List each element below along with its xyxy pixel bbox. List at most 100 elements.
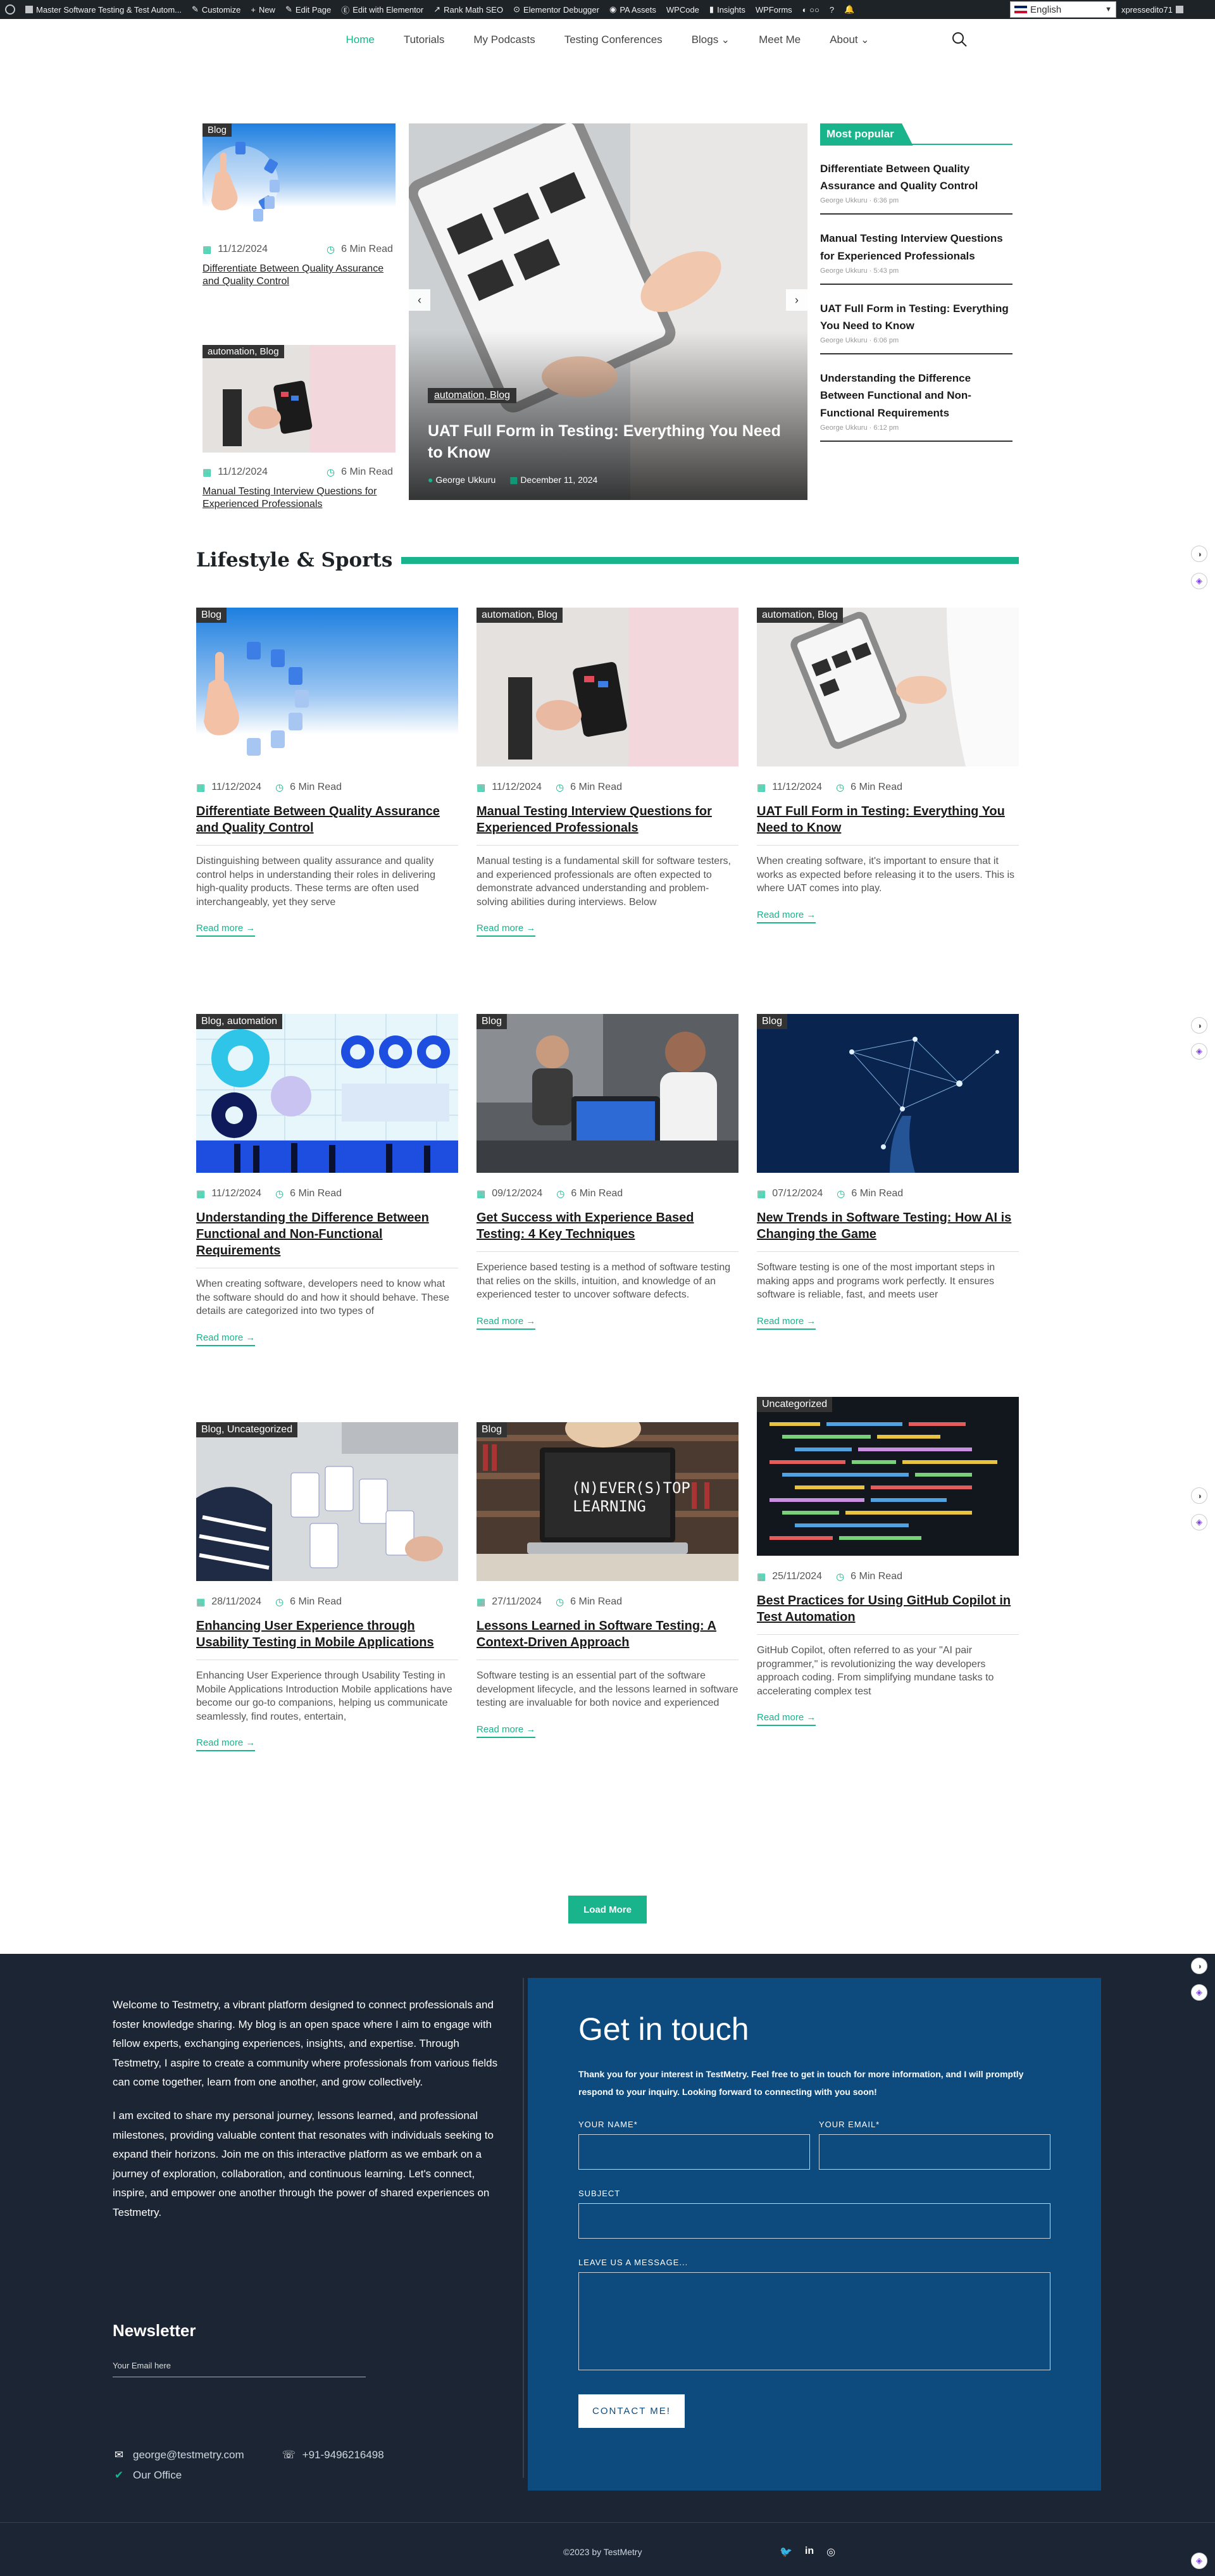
email-field[interactable] <box>819 2134 1050 2170</box>
contact-submit-button[interactable]: CONTACT ME! <box>578 2394 685 2428</box>
read-more-link[interactable]: Read more <box>757 910 816 923</box>
footer-office[interactable]: Our Office <box>133 2469 182 2482</box>
category-badge[interactable]: Blog <box>757 1014 788 1029</box>
admin-bar-insights[interactable]: ▮ Insights <box>709 4 745 15</box>
hero-card-title[interactable]: Differentiate Between Quality Assurance … <box>202 263 392 288</box>
post-thumbnail[interactable]: automation, Blog <box>477 608 738 766</box>
post-thumbnail[interactable]: Blog (N)EVER(S)TOP LEARNING <box>477 1422 738 1581</box>
hero-slider[interactable]: automation, Blog UAT Full Form in Testin… <box>409 123 807 500</box>
post-title[interactable]: Best Practices for Using GitHub Copilot … <box>757 1592 1019 1625</box>
category-badge[interactable]: automation, Blog <box>757 608 844 623</box>
newsletter-email-input[interactable]: Your Email here <box>113 2361 366 2377</box>
post-title[interactable]: Differentiate Between Quality Assurance … <box>196 803 458 836</box>
ai-assistant-icon[interactable]: ◈ <box>1191 1043 1207 1060</box>
category-badge[interactable]: Blog <box>477 1014 508 1029</box>
read-more-link[interactable]: Read more <box>757 1712 816 1727</box>
hero-card-image[interactable]: Blog <box>202 123 396 228</box>
accessibility-widget-icon[interactable]: ◑ <box>1191 1017 1207 1034</box>
post-thumbnail[interactable]: Blog, automation <box>196 1014 458 1173</box>
admin-bar-edit-page[interactable]: ✎ Edit Page <box>285 4 331 15</box>
wordpress-logo-icon[interactable] <box>5 4 15 15</box>
read-more-link[interactable]: Read more <box>196 1737 256 1752</box>
category-badge[interactable]: Blog <box>202 123 232 137</box>
admin-bar-toggle-icon[interactable]: ◐ ○○ <box>802 5 819 15</box>
category-badge[interactable]: Blog, automation <box>196 1014 283 1029</box>
footer-email[interactable]: george@testmetry.com <box>133 2449 244 2461</box>
popular-item[interactable]: UAT Full Form in Testing: Everything You… <box>820 300 1012 355</box>
accessibility-widget-icon[interactable]: ◑ <box>1191 546 1207 562</box>
nav-my-podcasts[interactable]: My Podcasts <box>473 34 535 46</box>
post-title[interactable]: Manual Testing Interview Questions for E… <box>477 803 738 836</box>
category-badge[interactable]: Blog <box>477 1422 508 1437</box>
post-thumbnail[interactable]: automation, Blog <box>757 608 1019 766</box>
category-badge[interactable]: automation, Blog <box>202 345 284 358</box>
post-thumbnail[interactable]: Uncategorized <box>757 1397 1019 1556</box>
post-thumbnail[interactable]: Blog <box>757 1014 1019 1173</box>
nav-home[interactable]: Home <box>346 34 374 46</box>
slider-next-button[interactable]: › <box>786 289 807 311</box>
help-icon[interactable]: ? <box>830 5 834 15</box>
linkedin-icon[interactable]: in <box>805 2546 814 2558</box>
post-card: Blog, Uncategorized ▦ 28/11/2024 ◷ 6 Min Re… <box>196 1422 458 1752</box>
slider-prev-button[interactable]: ‹ <box>409 289 430 311</box>
popular-item[interactable]: Manual Testing Interview Questions for E… <box>820 230 1012 285</box>
hero-card-title[interactable]: Manual Testing Interview Questions for E… <box>202 485 392 511</box>
read-more-link[interactable]: Read more <box>757 1316 816 1330</box>
accessibility-widget-icon[interactable]: ◑ <box>1191 1487 1207 1504</box>
slide-author[interactable]: ● George Ukkuru <box>428 475 495 485</box>
admin-bar-new[interactable]: + New <box>251 5 275 15</box>
notification-bell-icon[interactable]: 🔔 <box>844 4 854 15</box>
category-badge[interactable]: Blog <box>196 608 227 623</box>
post-title[interactable]: Understanding the Difference Between Fun… <box>196 1210 458 1259</box>
name-field[interactable] <box>578 2134 810 2170</box>
post-title[interactable]: Lessons Learned in Software Testing: A C… <box>477 1618 738 1651</box>
popular-item[interactable]: Understanding the Difference Between Fun… <box>820 370 1012 442</box>
read-more-link[interactable]: Read more <box>477 1316 536 1330</box>
admin-bar-pa-assets[interactable]: ◉ PA Assets <box>609 4 656 15</box>
nav-about[interactable]: About <box>830 34 869 46</box>
instagram-icon[interactable]: ◎ <box>826 2546 835 2558</box>
post-thumbnail[interactable]: Blog <box>196 608 458 766</box>
post-thumbnail[interactable]: Blog, Uncategorized <box>196 1422 458 1581</box>
admin-bar-wpcode[interactable]: WPCode <box>666 5 699 15</box>
read-more-link[interactable]: Read more <box>477 1724 536 1738</box>
admin-bar-rank-math[interactable]: ↗ Rank Math SEO <box>433 4 503 15</box>
category-badge[interactable]: automation, Blog <box>428 388 517 403</box>
post-title[interactable]: Get Success with Experience Based Testin… <box>477 1210 738 1242</box>
read-more-link[interactable]: Read more <box>196 1332 256 1346</box>
admin-bar-site-name[interactable]: Master Software Testing & Test Autom... <box>25 5 182 15</box>
accessibility-widget-icon[interactable]: ◑ <box>1191 1958 1207 1974</box>
twitter-icon[interactable]: 🐦 <box>780 2546 792 2558</box>
ai-assistant-icon[interactable]: ◈ <box>1191 1984 1207 2001</box>
admin-bar-elementor[interactable]: Ⓔ Edit with Elementor <box>341 4 423 16</box>
popular-item[interactable]: Differentiate Between Quality Assurance … <box>820 160 1012 215</box>
nav-testing-conferences[interactable]: Testing Conferences <box>564 34 663 46</box>
subject-field[interactable] <box>578 2203 1050 2239</box>
post-title[interactable]: UAT Full Form in Testing: Everything You… <box>757 803 1019 836</box>
read-more-link[interactable]: Read more <box>477 923 536 937</box>
hero-card-image[interactable]: automation, Blog <box>202 345 396 453</box>
nav-tutorials[interactable]: Tutorials <box>404 34 445 46</box>
load-more-button[interactable]: Load More <box>568 1896 647 1923</box>
ai-assistant-icon[interactable]: ◈ <box>1191 1514 1207 1530</box>
ai-assistant-icon[interactable]: ◈ <box>1191 573 1207 589</box>
footer-phone[interactable]: +91-9496216498 <box>302 2449 384 2461</box>
post-title[interactable]: New Trends in Software Testing: How AI i… <box>757 1210 1019 1242</box>
admin-bar-customize[interactable]: ✎ Customize <box>192 4 240 15</box>
category-badge[interactable]: automation, Blog <box>477 608 563 623</box>
message-field[interactable] <box>578 2272 1050 2370</box>
language-select[interactable]: English ▼ <box>1010 1 1116 18</box>
post-title[interactable]: Enhancing User Experience through Usabil… <box>196 1618 458 1651</box>
nav-blogs[interactable]: Blogs <box>692 34 730 46</box>
admin-bar-user[interactable]: xpressedito71 <box>1121 5 1183 15</box>
slide-title[interactable]: UAT Full Form in Testing: Everything You… <box>428 421 782 464</box>
category-badge[interactable]: Uncategorized <box>757 1397 833 1412</box>
admin-bar-wpforms[interactable]: WPForms <box>756 5 792 15</box>
search-icon[interactable] <box>950 30 968 48</box>
ai-assistant-icon[interactable]: ◈ <box>1191 2553 1207 2569</box>
nav-meet-me[interactable]: Meet Me <box>759 34 801 46</box>
read-more-link[interactable]: Read more <box>196 923 256 937</box>
admin-bar-elementor-debugger[interactable]: ⊙ Elementor Debugger <box>513 4 599 15</box>
category-badge[interactable]: Blog, Uncategorized <box>196 1422 298 1437</box>
post-thumbnail[interactable]: Blog <box>477 1014 738 1173</box>
